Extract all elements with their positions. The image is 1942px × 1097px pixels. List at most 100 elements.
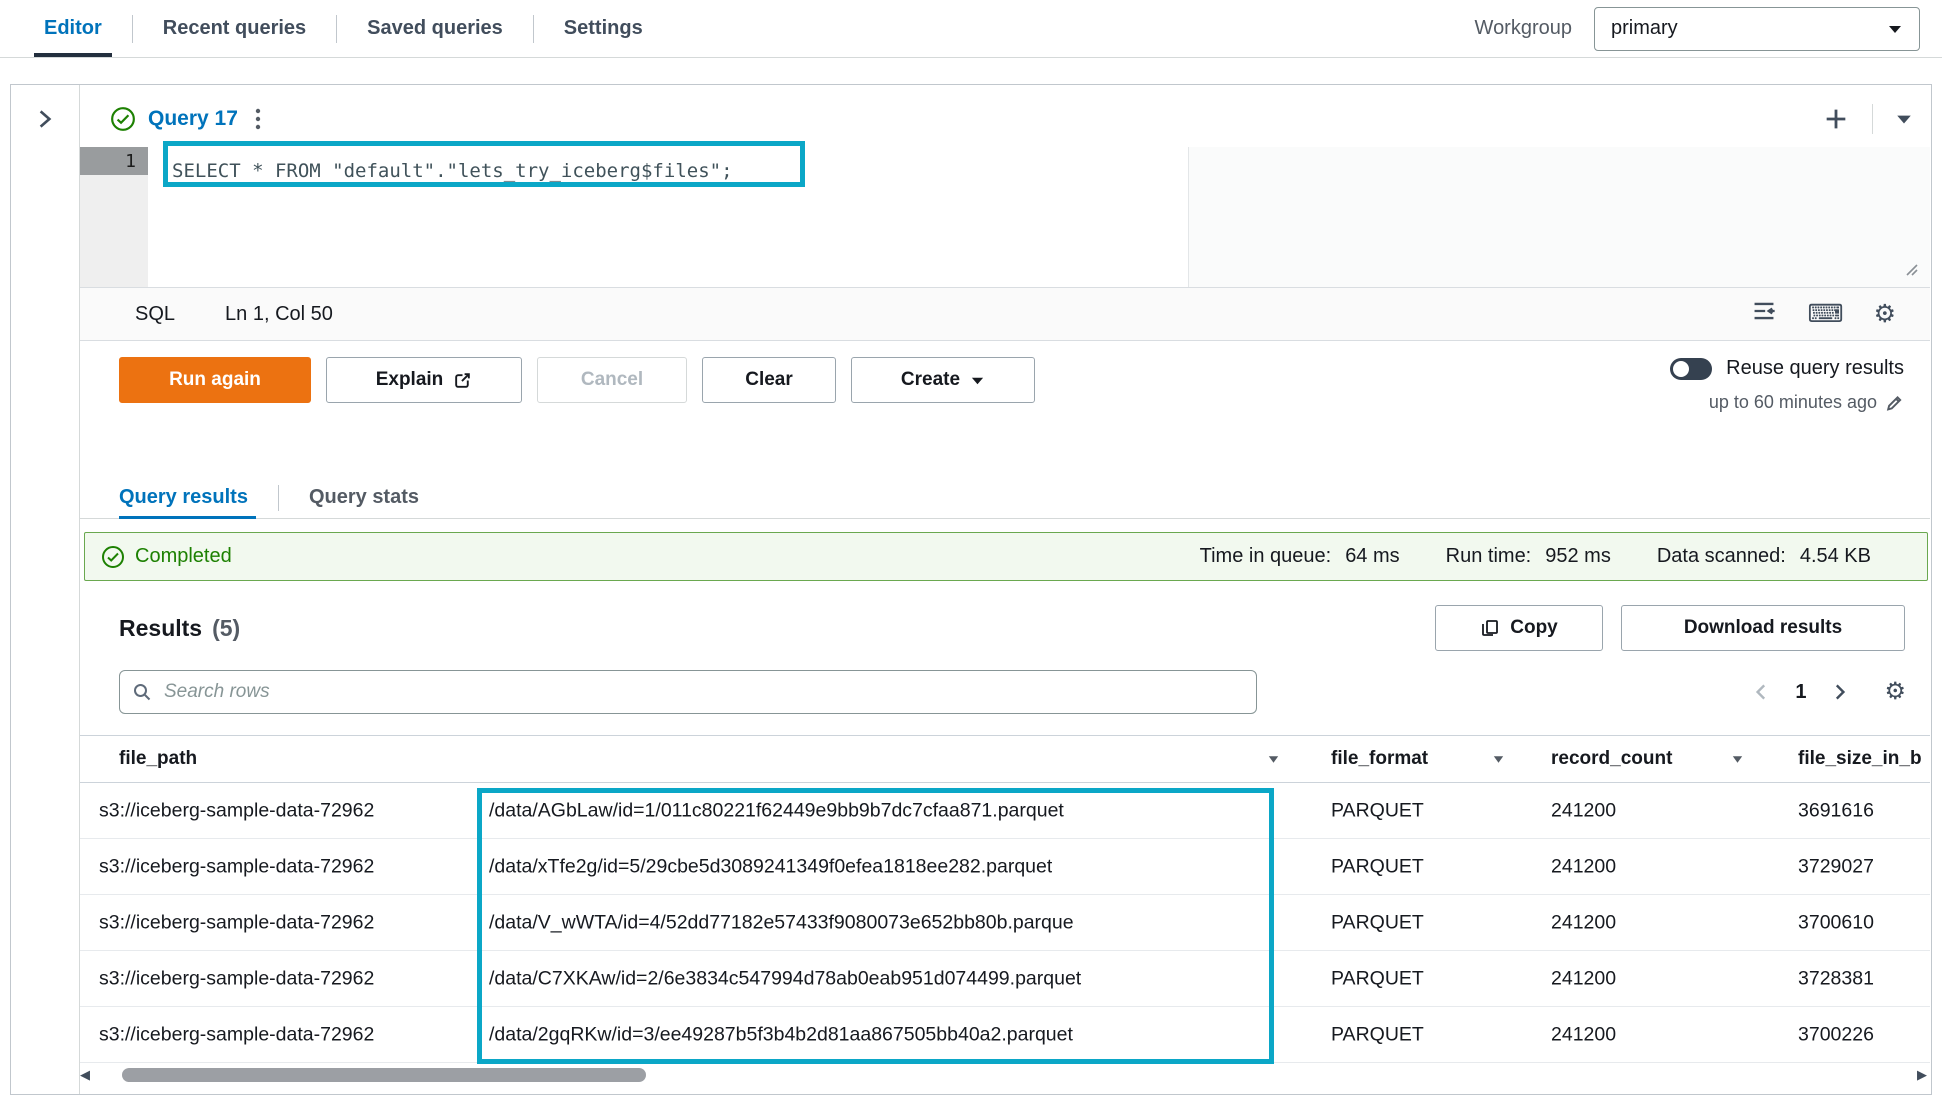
download-results-button[interactable]: Download results bbox=[1621, 605, 1905, 651]
explain-label: Explain bbox=[376, 369, 444, 391]
tab-editor-label: Editor bbox=[44, 17, 102, 40]
tab-query-stats[interactable]: Query stats bbox=[283, 477, 445, 518]
scrollbar-thumb[interactable] bbox=[122, 1068, 646, 1082]
cell-file-size: 3700610 bbox=[1798, 911, 1874, 934]
cell-record-count: 241200 bbox=[1551, 1023, 1616, 1046]
caret-down-icon bbox=[970, 373, 985, 388]
sort-caret-icon[interactable] bbox=[1491, 752, 1506, 767]
active-line-number: 1 bbox=[80, 147, 148, 175]
results-count: (5) bbox=[212, 615, 240, 642]
edit-pencil-icon[interactable] bbox=[1885, 393, 1904, 412]
athena-query-editor: Editor Recent queries Saved queries Sett… bbox=[0, 0, 1942, 1097]
cell-file-path: /data/V_wWTA/id=4/52dd77182e57433f908007… bbox=[489, 911, 1074, 934]
clear-button[interactable]: Clear bbox=[702, 357, 836, 403]
cell-file-size: 3700226 bbox=[1798, 1023, 1874, 1046]
reuse-query-results-label: Reuse query results bbox=[1726, 357, 1904, 380]
query-status-text: Completed bbox=[135, 545, 232, 568]
results-title: Results bbox=[119, 615, 202, 642]
caret-down-icon bbox=[1887, 21, 1903, 37]
cancel-button[interactable]: Cancel bbox=[537, 357, 687, 403]
cell-record-count: 241200 bbox=[1551, 855, 1616, 878]
results-settings-gear-icon[interactable]: ⚙ bbox=[1884, 680, 1906, 704]
table-header-row: file_path file_format record_count file_… bbox=[80, 735, 1930, 783]
action-bar: Run again Explain Cancel Clear Create Re… bbox=[80, 357, 1930, 453]
editor-status-bar: SQL Ln 1, Col 50 ⌨ ⚙ bbox=[80, 287, 1930, 341]
workgroup-value: primary bbox=[1611, 17, 1678, 40]
metric-value: 4.54 KB bbox=[1800, 545, 1871, 568]
page-next-icon[interactable] bbox=[1828, 681, 1850, 703]
editor-settings-gear-icon[interactable]: ⚙ bbox=[1874, 302, 1896, 327]
tab-recent-queries[interactable]: Recent queries bbox=[133, 0, 336, 57]
create-label: Create bbox=[901, 369, 960, 391]
metric-time-in-queue: Time in queue: 64 ms bbox=[1200, 545, 1400, 568]
editor-right-zone bbox=[1189, 147, 1930, 287]
cell-file-path-prefix: s3://iceberg-sample-data-72962 bbox=[99, 1023, 483, 1046]
workgroup-label: Workgroup bbox=[1475, 17, 1572, 40]
caret-down-icon bbox=[1895, 110, 1913, 128]
editor-resize-grip[interactable] bbox=[1900, 258, 1920, 283]
sql-statement[interactable]: SELECT * FROM "default"."lets_try_iceber… bbox=[172, 160, 733, 182]
kebab-menu-icon[interactable] bbox=[254, 106, 262, 132]
cell-file-format: PARQUET bbox=[1331, 911, 1424, 934]
results-tab-divider bbox=[278, 485, 279, 511]
tab-recent-queries-label: Recent queries bbox=[163, 17, 306, 40]
create-button[interactable]: Create bbox=[851, 357, 1035, 403]
run-again-label: Run again bbox=[169, 369, 261, 391]
cell-file-format: PARQUET bbox=[1331, 799, 1424, 822]
sort-caret-icon[interactable] bbox=[1730, 752, 1745, 767]
query-status-banner: Completed Time in queue: 64 ms Run time:… bbox=[84, 532, 1928, 581]
tab-query-stats-label: Query stats bbox=[309, 486, 419, 509]
cell-file-path-prefix: s3://iceberg-sample-data-72962 bbox=[99, 855, 483, 878]
scroll-left-arrow-icon[interactable]: ◀ bbox=[80, 1068, 90, 1082]
scroll-right-arrow-icon[interactable]: ▶ bbox=[1917, 1068, 1927, 1082]
editor-gutter: 1 bbox=[80, 147, 148, 287]
cell-file-path: /data/xTfe2g/id=5/29cbe5d3089241349f0efe… bbox=[489, 855, 1052, 878]
copy-label: Copy bbox=[1510, 617, 1558, 639]
cell-file-format: PARQUET bbox=[1331, 1023, 1424, 1046]
metric-label: Time in queue: bbox=[1200, 545, 1332, 568]
workgroup-select[interactable]: primary bbox=[1594, 7, 1920, 51]
sql-code-editor[interactable]: 1 SELECT * FROM "default"."lets_try_iceb… bbox=[80, 147, 1930, 287]
format-query-icon[interactable] bbox=[1751, 298, 1777, 330]
search-icon bbox=[132, 682, 152, 702]
clear-label: Clear bbox=[745, 369, 793, 391]
download-results-label: Download results bbox=[1684, 617, 1842, 639]
sort-caret-icon[interactable] bbox=[1266, 752, 1281, 767]
cell-file-format: PARQUET bbox=[1331, 967, 1424, 990]
column-header-file-format[interactable]: file_format bbox=[1331, 748, 1428, 770]
column-header-file-size[interactable]: file_size_in_b bbox=[1798, 748, 1922, 770]
results-toolbar: 1 ⚙ bbox=[80, 669, 1930, 715]
tab-query-results-label: Query results bbox=[119, 486, 248, 509]
copy-button[interactable]: Copy bbox=[1435, 605, 1603, 651]
column-header-file-path[interactable]: file_path bbox=[119, 748, 197, 770]
reuse-query-results-toggle[interactable] bbox=[1670, 358, 1712, 380]
query-tabs-dropdown-button[interactable] bbox=[1895, 110, 1913, 128]
cell-file-path-prefix: s3://iceberg-sample-data-72962 bbox=[99, 911, 483, 934]
run-again-button[interactable]: Run again bbox=[119, 357, 311, 403]
search-rows-input[interactable] bbox=[162, 680, 1244, 704]
cell-file-path: /data/AGbLaw/id=1/011c80221f62449e9bb9b7… bbox=[489, 799, 1064, 822]
new-query-tab-button[interactable] bbox=[1822, 105, 1850, 133]
current-page[interactable]: 1 bbox=[1795, 681, 1806, 704]
success-check-icon bbox=[101, 545, 125, 569]
search-rows-box[interactable] bbox=[119, 670, 1257, 714]
line-number: 1 bbox=[125, 151, 136, 172]
explain-button[interactable]: Explain bbox=[326, 357, 522, 403]
column-header-record-count[interactable]: record_count bbox=[1551, 748, 1672, 770]
metric-label: Run time: bbox=[1446, 545, 1532, 568]
expand-sidebar-button[interactable] bbox=[33, 107, 57, 136]
cell-file-path: /data/2gqRKw/id=3/ee49287b5f3b4b2d81aa86… bbox=[489, 1023, 1073, 1046]
tab-settings[interactable]: Settings bbox=[534, 0, 673, 57]
tab-saved-queries[interactable]: Saved queries bbox=[337, 0, 533, 57]
metric-value: 952 ms bbox=[1545, 545, 1611, 568]
query-tab-title[interactable]: Query 17 bbox=[148, 107, 238, 131]
table-row: s3://iceberg-sample-data-72962 /data/V_w… bbox=[80, 895, 1930, 951]
keyboard-shortcuts-icon[interactable]: ⌨ bbox=[1807, 302, 1843, 327]
tab-editor[interactable]: Editor bbox=[14, 0, 132, 57]
cancel-label: Cancel bbox=[581, 369, 643, 391]
cursor-position: Ln 1, Col 50 bbox=[225, 303, 333, 326]
page-previous-icon[interactable] bbox=[1751, 681, 1773, 703]
tab-query-results[interactable]: Query results bbox=[119, 477, 274, 518]
tab-saved-queries-label: Saved queries bbox=[367, 17, 503, 40]
chevron-right-icon bbox=[33, 107, 57, 131]
